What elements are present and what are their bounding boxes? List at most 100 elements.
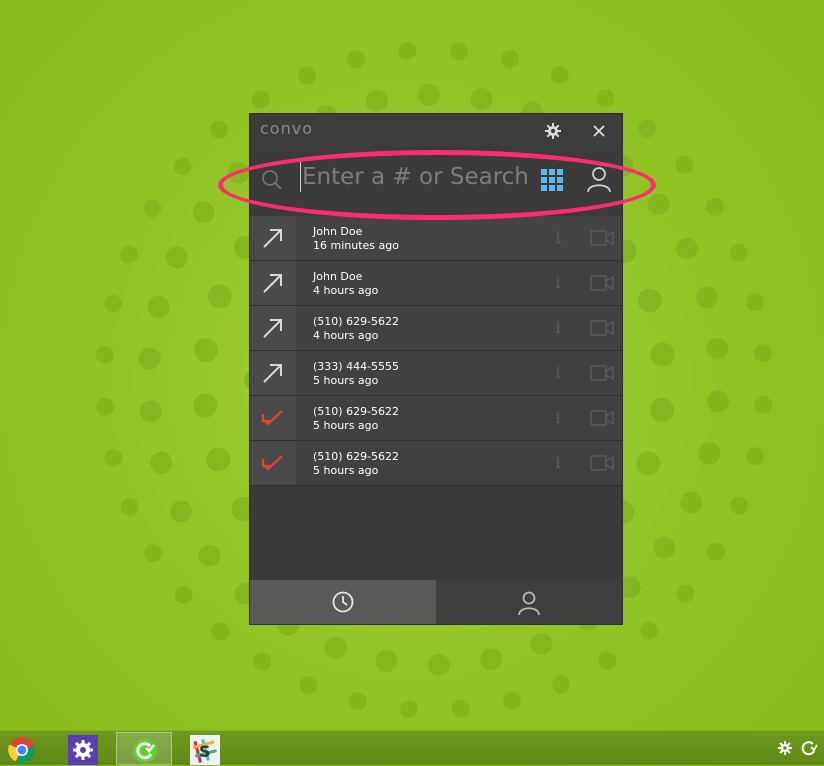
- missed-call-icon: [261, 455, 283, 471]
- tray-convo-icon[interactable]: [800, 739, 818, 757]
- info-button[interactable]: i: [553, 453, 563, 473]
- info-button[interactable]: i: [553, 408, 563, 428]
- outgoing-call-icon: [263, 229, 282, 248]
- tab-contacts[interactable]: [436, 580, 622, 624]
- wallpaper-motif: [324, 636, 347, 659]
- call-time: 5 hours ago: [313, 374, 379, 387]
- caller-name: (510) 629-5622: [313, 315, 400, 328]
- outgoing-call-icon: [263, 319, 282, 338]
- taskbar-convo[interactable]: [116, 732, 172, 765]
- chrome-icon: [8, 737, 35, 764]
- wallpaper-motif: [198, 544, 221, 567]
- call-direction-cell: [250, 261, 296, 305]
- call-row[interactable]: John Doe 4 hours ago i: [250, 261, 622, 306]
- wallpaper-motif: [707, 390, 730, 413]
- wallpaper-motif: [170, 500, 193, 523]
- video-icon[interactable]: [590, 455, 614, 471]
- caller-name: John Doe: [313, 225, 363, 238]
- wallpaper-motif: [173, 157, 192, 176]
- wallpaper-motif: [193, 393, 218, 418]
- title-bar: convo: [250, 114, 622, 146]
- call-direction-cell: [250, 306, 296, 350]
- video-icon[interactable]: [590, 410, 614, 426]
- wallpaper-motif: [647, 193, 670, 216]
- wallpaper-motif: [211, 622, 230, 641]
- call-direction-cell: [250, 441, 296, 485]
- wallpaper-motif: [103, 294, 122, 313]
- wallpaper-motif: [502, 691, 521, 710]
- dialpad-button[interactable]: [540, 168, 564, 192]
- dialpad-icon: [541, 169, 563, 191]
- wallpaper-motif: [653, 536, 676, 559]
- taskbar: S: [0, 730, 824, 765]
- wallpaper-motif: [754, 396, 773, 414]
- missed-call-icon: [261, 410, 283, 426]
- wallpaper-motif: [210, 120, 228, 139]
- call-time: 5 hours ago: [313, 464, 379, 477]
- wallpaper-motif: [598, 651, 617, 670]
- wallpaper-motif: [147, 295, 170, 318]
- contact-button[interactable]: [586, 165, 612, 193]
- person-icon: [518, 591, 540, 616]
- call-time: 5 hours ago: [313, 419, 379, 432]
- wallpaper-motif: [150, 451, 173, 474]
- search-input[interactable]: [302, 160, 532, 194]
- call-row[interactable]: (510) 629-5622 4 hours ago i: [250, 306, 622, 351]
- info-button[interactable]: i: [553, 363, 563, 383]
- wallpaper-motif: [138, 347, 161, 370]
- wallpaper-motif: [729, 243, 748, 262]
- wallpaper-motif: [675, 237, 698, 260]
- wallpaper-motif: [730, 496, 749, 515]
- call-row[interactable]: (510) 629-5622 5 hours ago i: [250, 396, 622, 441]
- wallpaper-motif: [143, 199, 162, 218]
- info-button[interactable]: i: [553, 318, 563, 338]
- close-button[interactable]: [588, 120, 610, 142]
- wallpaper-motif: [450, 41, 468, 60]
- wallpaper-motif: [638, 119, 657, 138]
- wallpaper-motif: [596, 89, 615, 108]
- taskbar-settings[interactable]: [55, 732, 111, 765]
- video-icon[interactable]: [590, 230, 614, 246]
- wallpaper-motif: [375, 650, 398, 672]
- call-time: 4 hours ago: [313, 329, 379, 342]
- text-caret: [300, 160, 301, 192]
- taskbar-chrome[interactable]: [0, 732, 50, 765]
- wallpaper-motif: [193, 338, 218, 363]
- settings-button[interactable]: [542, 120, 564, 142]
- wallpaper-motif: [480, 648, 503, 671]
- wallpaper-motif: [530, 632, 553, 655]
- svg-text:S: S: [199, 742, 211, 761]
- wallpaper-motif: [418, 84, 441, 106]
- caller-name: (510) 629-5622: [313, 450, 400, 463]
- call-row[interactable]: John Doe 16 minutes ago i: [250, 216, 622, 261]
- tray-gear-icon[interactable]: [776, 739, 794, 757]
- wallpaper-motif: [706, 542, 725, 561]
- close-icon: [593, 125, 605, 137]
- wallpaper-motif: [207, 284, 232, 309]
- call-row[interactable]: (333) 444-5555 5 hours ago i: [250, 351, 622, 396]
- wallpaper-motif: [650, 342, 675, 367]
- wallpaper-motif: [695, 286, 718, 309]
- info-button[interactable]: i: [553, 228, 563, 248]
- video-icon[interactable]: [590, 275, 614, 291]
- gear-icon: [68, 735, 98, 765]
- call-row[interactable]: (510) 629-5622 5 hours ago i: [250, 441, 622, 486]
- tab-recent-calls[interactable]: [250, 580, 436, 624]
- wallpaper-motif: [144, 544, 163, 563]
- caller-name: John Doe: [313, 270, 363, 283]
- info-button[interactable]: i: [553, 273, 563, 293]
- wallpaper-motif: [104, 448, 123, 467]
- call-direction-cell: [250, 396, 296, 440]
- wallpaper-motif: [347, 50, 366, 69]
- wallpaper-motif: [451, 699, 470, 718]
- wallpaper-motif: [400, 700, 418, 719]
- wallpaper-motif: [753, 344, 772, 363]
- video-icon[interactable]: [590, 320, 614, 336]
- wallpaper-motif: [253, 652, 272, 671]
- wallpaper-motif: [706, 337, 729, 360]
- taskbar-slack[interactable]: S: [177, 732, 233, 765]
- wallpaper-motif: [427, 654, 450, 676]
- wallpaper-motif: [552, 675, 571, 694]
- video-icon[interactable]: [590, 365, 614, 381]
- call-direction-cell: [250, 351, 296, 395]
